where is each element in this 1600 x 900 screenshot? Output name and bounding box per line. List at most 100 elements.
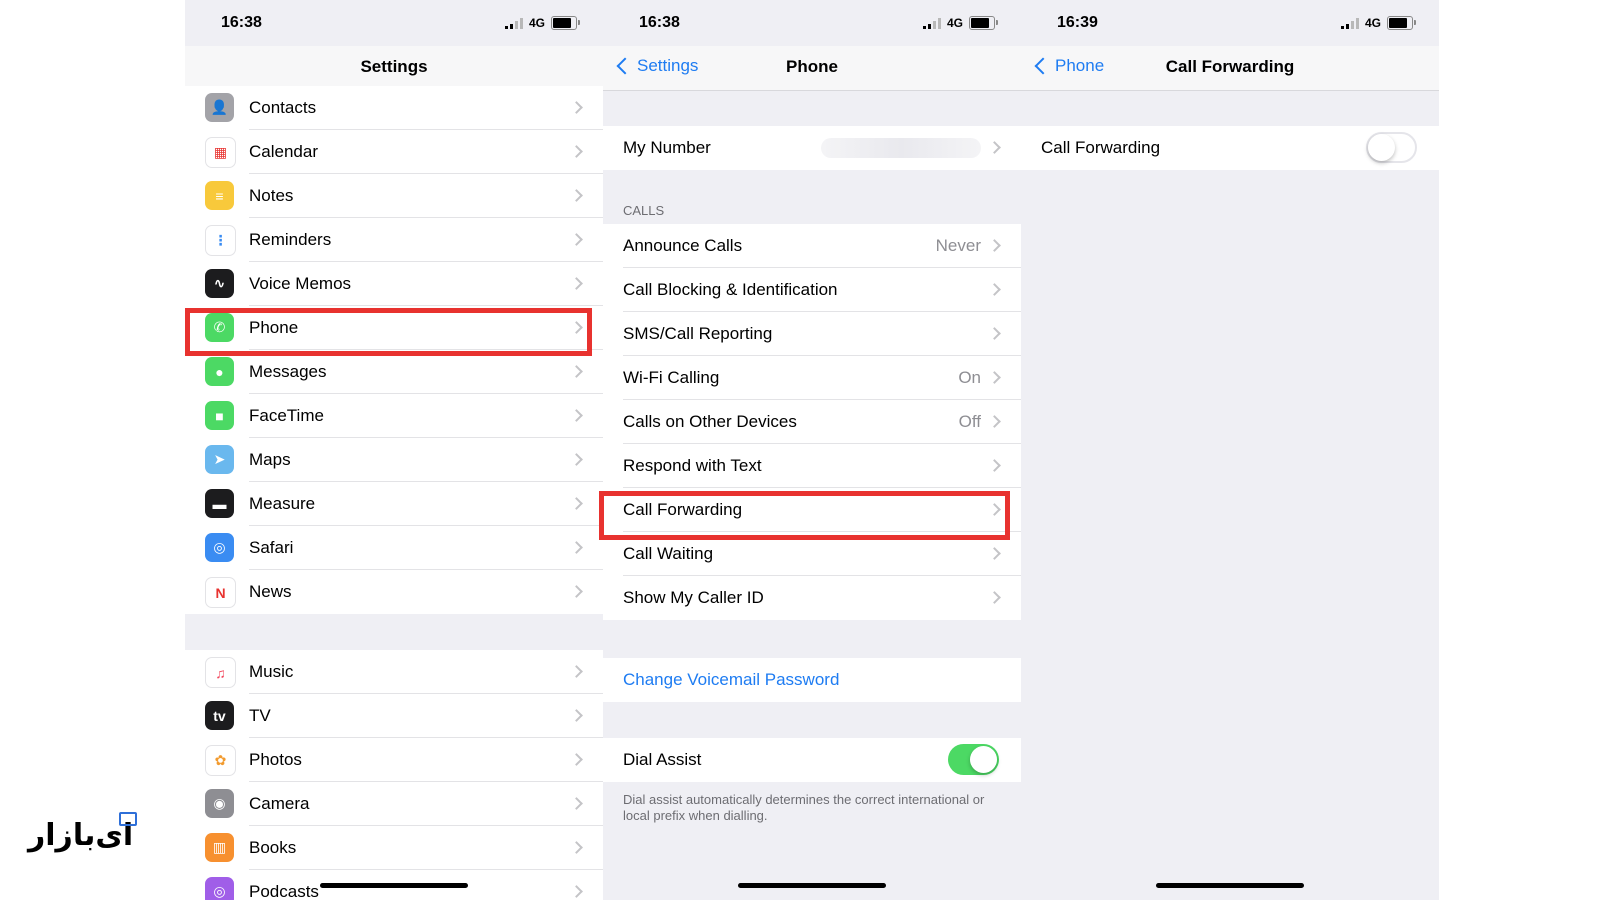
settings-item-contacts[interactable]: 👤 Contacts [185, 86, 603, 130]
settings-item-label: Books [249, 838, 297, 857]
dial-assist-row: Dial Assist [603, 738, 1021, 782]
settings-item-maps[interactable]: ➤ Maps [185, 438, 603, 482]
settings-item-phone[interactable]: ✆ Phone [185, 306, 603, 350]
status-bar: 16:39 4G [1021, 0, 1439, 46]
calls-item-respond-with-text[interactable]: Respond with Text [603, 444, 1021, 488]
facetime-icon: ■ [205, 401, 234, 430]
status-time: 16:38 [639, 14, 680, 31]
settings-item-notes[interactable]: ≡ Notes [185, 174, 603, 218]
calls-item-announce-calls[interactable]: Announce Calls Never [603, 224, 1021, 268]
settings-item-books[interactable]: ▥ Books [185, 826, 603, 870]
status-time: 16:38 [221, 14, 262, 31]
settings-item-label: Safari [249, 538, 294, 557]
call-forwarding-screen: 16:39 4G Phone Call Forwarding Call Forw… [1021, 0, 1439, 900]
calls-item-label: Respond with Text [623, 456, 762, 475]
calls-section-header: CALLS [623, 203, 665, 218]
settings-item-camera[interactable]: ◉ Camera [185, 782, 603, 826]
settings-item-facetime[interactable]: ■ FaceTime [185, 394, 603, 438]
page-title: Phone [786, 57, 838, 76]
signal-icon [504, 17, 523, 29]
settings-item-measure[interactable]: ▬ Measure [185, 482, 603, 526]
settings-item-music[interactable]: ♫ Music [185, 650, 603, 694]
calls-item-value: On [958, 368, 981, 387]
contacts-icon: 👤 [205, 93, 234, 122]
change-voicemail-password-link: Change Voicemail Password [623, 670, 840, 689]
phone-settings-screen: 16:38 4G Settings Phone My Number CALLS … [603, 0, 1021, 900]
maps-icon: ➤ [205, 445, 234, 474]
dial-assist-toggle[interactable] [948, 744, 999, 775]
my-number-label: My Number [623, 138, 711, 157]
settings-item-reminders[interactable]: ⋮ Reminders [185, 218, 603, 262]
messages-icon: ● [205, 357, 234, 386]
settings-list-media: ♫ Music tv TV ✿ Photos ◉ Camera ▥ Books ◎ Podcasts [185, 650, 603, 900]
call-forwarding-label: Call Forwarding [1041, 138, 1161, 157]
calendar-icon: ▦ [205, 137, 236, 168]
settings-item-messages[interactable]: ● Messages [185, 350, 603, 394]
camera-icon: ◉ [205, 789, 234, 818]
settings-item-news[interactable]: N News [185, 570, 603, 614]
my-number-group: My Number [603, 126, 1021, 170]
settings-item-label: News [249, 582, 292, 601]
calls-item-wi-fi-calling[interactable]: Wi-Fi Calling On [603, 356, 1021, 400]
chevron-right-icon [570, 885, 583, 898]
dial-assist-label: Dial Assist [623, 750, 702, 769]
settings-item-label: Maps [249, 450, 291, 469]
chevron-right-icon [570, 277, 583, 290]
change-voicemail-password-row[interactable]: Change Voicemail Password [603, 658, 1021, 702]
home-indicator[interactable] [1156, 883, 1304, 888]
settings-item-tv[interactable]: tv TV [185, 694, 603, 738]
page-title: Settings [360, 57, 428, 76]
chevron-right-icon [988, 547, 1001, 560]
chevron-right-icon [988, 239, 1001, 252]
watermark-logo: ای‌بازار [28, 812, 138, 853]
voice-memos-icon: ∿ [205, 269, 234, 298]
chevron-right-icon [988, 503, 1001, 516]
network-type: 4G [528, 16, 545, 30]
calls-item-call-blocking-identification[interactable]: Call Blocking & Identification [603, 268, 1021, 312]
podcasts-icon: ◎ [205, 877, 234, 900]
settings-item-label: TV [249, 706, 271, 725]
calls-item-label: Call Forwarding [623, 500, 743, 519]
news-icon: N [205, 577, 236, 608]
home-indicator[interactable] [320, 883, 468, 888]
measure-icon: ▬ [205, 489, 234, 518]
settings-screen: 16:38 4G Settings 👤 Contacts ▦ Calendar ≡ Not… [185, 0, 603, 900]
settings-item-photos[interactable]: ✿ Photos [185, 738, 603, 782]
tv-icon: tv [205, 701, 234, 730]
calls-item-sms-call-reporting[interactable]: SMS/Call Reporting [603, 312, 1021, 356]
calls-item-call-forwarding[interactable]: Call Forwarding [603, 488, 1021, 532]
calls-item-calls-on-other-devices[interactable]: Calls on Other Devices Off [603, 400, 1021, 444]
calls-item-show-my-caller-id[interactable]: Show My Caller ID [603, 576, 1021, 620]
settings-item-label: Measure [249, 494, 316, 513]
call-forwarding-toggle[interactable] [1366, 132, 1417, 163]
chevron-right-icon [570, 145, 583, 158]
calls-item-label: Show My Caller ID [623, 588, 764, 607]
chevron-right-icon [570, 233, 583, 246]
home-indicator[interactable] [738, 883, 886, 888]
settings-item-voice-memos[interactable]: ∿ Voice Memos [185, 262, 603, 306]
chevron-right-icon [570, 101, 583, 114]
battery-icon [1387, 16, 1416, 30]
chevron-right-icon [570, 709, 583, 722]
dial-assist-note: Dial assist automatically determines the… [623, 792, 985, 823]
settings-item-label: Photos [249, 750, 302, 769]
safari-icon: ◎ [205, 533, 234, 562]
signal-icon [922, 17, 941, 29]
settings-item-calendar[interactable]: ▦ Calendar [185, 130, 603, 174]
chevron-right-icon [988, 283, 1001, 296]
my-number-row[interactable]: My Number [603, 126, 1021, 170]
settings-item-label: Voice Memos [249, 274, 352, 293]
calls-item-label: Wi-Fi Calling [623, 368, 720, 387]
calls-item-label: Call Blocking & Identification [623, 280, 838, 299]
network-type: 4G [946, 16, 963, 30]
call-forwarding-group: Call Forwarding [1021, 126, 1439, 170]
blurred-phone-number [821, 138, 981, 158]
phone-icon: ✆ [205, 313, 234, 342]
page-title: Call Forwarding [1165, 57, 1295, 76]
calls-item-value: Off [958, 412, 981, 431]
calls-item-call-waiting[interactable]: Call Waiting [603, 532, 1021, 576]
chevron-right-icon [570, 665, 583, 678]
settings-item-safari[interactable]: ◎ Safari [185, 526, 603, 570]
chevron-right-icon [570, 585, 583, 598]
settings-item-label: Music [249, 662, 294, 681]
